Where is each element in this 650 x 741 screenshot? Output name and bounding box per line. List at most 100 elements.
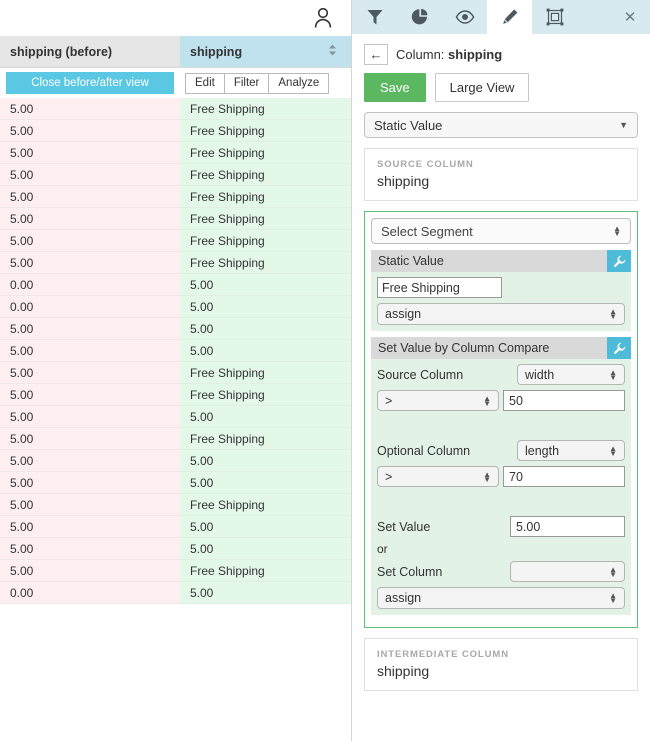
panel-body: Static Value ▼ SOURCE COLUMN shipping Se…: [352, 112, 650, 691]
table-row: 5.00 Free Shipping: [0, 142, 351, 164]
tabstrip-spacer: [577, 0, 610, 34]
table-row: 0.00 5.00: [0, 582, 351, 604]
cell-shipping: Free Shipping: [180, 98, 351, 120]
optional-operator-value: >: [385, 469, 393, 484]
source-column-value: shipping: [377, 173, 430, 189]
cell-shipping-before: 5.00: [0, 98, 180, 120]
set-column-select[interactable]: ▲ ▼: [510, 561, 625, 582]
table-row: 5.00 Free Shipping: [0, 230, 351, 252]
set-column-row: Set Column ▲ ▼: [377, 561, 625, 582]
cell-shipping-before: 5.00: [0, 208, 180, 230]
set-value-input[interactable]: 5.00: [510, 516, 625, 537]
cell-shipping: 5.00: [180, 318, 351, 340]
tab-edit[interactable]: [487, 0, 532, 34]
source-operator-value: >: [385, 393, 393, 408]
cell-shipping-before: 5.00: [0, 164, 180, 186]
updown-arrows-icon: ▲ ▼: [609, 443, 617, 458]
back-icon[interactable]: ←: [364, 44, 388, 65]
cell-shipping-before: 5.00: [0, 538, 180, 560]
optional-operator-select[interactable]: > ▲ ▼: [377, 466, 499, 487]
column-header-shipping-before[interactable]: shipping (before): [0, 36, 180, 68]
transform-icon: [546, 8, 563, 26]
user-icon[interactable]: [313, 7, 333, 29]
tab-preview[interactable]: [442, 0, 487, 34]
source-column-row-label: Source Column: [377, 367, 464, 382]
source-column-select[interactable]: width ▲ ▼: [517, 364, 625, 385]
optional-column-row: Optional Column length ▲ ▼: [377, 440, 625, 461]
table-row: 5.00 5.00: [0, 318, 351, 340]
optional-operator-row: > ▲ ▼ 70: [377, 466, 625, 487]
updown-arrows-icon: ▲ ▼: [609, 564, 617, 579]
pie-chart-icon: [411, 8, 427, 25]
cell-shipping: 5.00: [180, 450, 351, 472]
column-compare-rule-title: Set Value by Column Compare: [378, 341, 550, 355]
cell-shipping: 5.00: [180, 340, 351, 362]
grid-tool-row: Close before/after view Edit Filter Anal…: [0, 68, 351, 98]
app-root: shipping (before) shipping Close before/…: [0, 0, 650, 741]
static-value-input[interactable]: Free Shipping: [377, 277, 502, 298]
updown-arrows-icon: ▲ ▼: [609, 591, 617, 605]
cell-shipping-before: 5.00: [0, 472, 180, 494]
table-row: 5.00 Free Shipping: [0, 208, 351, 230]
edit-button[interactable]: Edit: [185, 72, 225, 94]
tab-transform[interactable]: [532, 0, 577, 34]
cell-shipping-before: 5.00: [0, 406, 180, 428]
wrench-icon[interactable]: [607, 337, 631, 359]
cell-shipping-before: 5.00: [0, 560, 180, 582]
optional-operand-input[interactable]: 70: [503, 466, 625, 487]
sort-icon[interactable]: [328, 44, 341, 59]
cell-shipping-before: 5.00: [0, 450, 180, 472]
column-editor-panel: ✕ ← Column: shipping Save Large View Sta…: [351, 0, 650, 741]
table-row: 5.00 5.00: [0, 538, 351, 560]
filter-button[interactable]: Filter: [223, 72, 270, 94]
mode-select[interactable]: Static Value ▼: [364, 112, 638, 138]
panel-header: ← Column: shipping: [352, 34, 650, 69]
column-header-shipping[interactable]: shipping: [180, 36, 351, 68]
pencil-icon: [502, 9, 517, 24]
cell-shipping-before: 5.00: [0, 120, 180, 142]
save-button[interactable]: Save: [364, 73, 426, 102]
table-row: 5.00 Free Shipping: [0, 494, 351, 516]
cell-shipping: Free Shipping: [180, 208, 351, 230]
cell-shipping-before: 5.00: [0, 362, 180, 384]
source-operand-input[interactable]: 50: [503, 390, 625, 411]
column-header-label: shipping: [190, 44, 243, 59]
cell-shipping: Free Shipping: [180, 560, 351, 582]
cell-shipping: 5.00: [180, 516, 351, 538]
table-row: 5.00 Free Shipping: [0, 164, 351, 186]
optional-column-select[interactable]: length ▲ ▼: [517, 440, 625, 461]
static-value-assign-select[interactable]: assign ▲ ▼: [377, 303, 625, 325]
table-row: 0.00 5.00: [0, 296, 351, 318]
cell-shipping-before: 5.00: [0, 318, 180, 340]
table-row: 5.00 5.00: [0, 406, 351, 428]
large-view-button[interactable]: Large View: [434, 73, 530, 102]
cell-shipping: Free Shipping: [180, 120, 351, 142]
tab-filter[interactable]: [352, 0, 397, 34]
close-icon[interactable]: ✕: [610, 0, 650, 34]
tab-chart[interactable]: [397, 0, 442, 34]
updown-arrows-icon: ▲ ▼: [609, 367, 617, 382]
cell-shipping: Free Shipping: [180, 362, 351, 384]
segment-select-value: Select Segment: [381, 223, 473, 239]
cell-shipping-before: 5.00: [0, 230, 180, 252]
wrench-icon[interactable]: [607, 250, 631, 272]
optional-column-row-label: Optional Column: [377, 443, 471, 458]
after-tool-cell: Edit Filter Analyze: [180, 68, 351, 98]
static-value-rule-header: Static Value: [371, 250, 631, 272]
column-compare-assign-select[interactable]: assign ▲ ▼: [377, 587, 625, 609]
segment-select[interactable]: Select Segment ▲ ▼: [371, 218, 631, 244]
set-value-label: Set Value: [377, 519, 431, 534]
intermediate-column-box: INTERMEDIATE COLUMN shipping: [364, 638, 638, 691]
column-compare-assign-value: assign: [385, 591, 422, 605]
analyze-button[interactable]: Analyze: [268, 72, 330, 94]
table-row: 5.00 5.00: [0, 340, 351, 362]
source-column-box: SOURCE COLUMN shipping: [364, 148, 638, 201]
cell-shipping: Free Shipping: [180, 186, 351, 208]
cell-shipping: 5.00: [180, 472, 351, 494]
rule-spacer: [377, 416, 625, 440]
table-row: 0.00 5.00: [0, 274, 351, 296]
source-operator-select[interactable]: > ▲ ▼: [377, 390, 499, 411]
cell-shipping: Free Shipping: [180, 142, 351, 164]
cell-shipping-before: 5.00: [0, 252, 180, 274]
close-before-after-view-button[interactable]: Close before/after view: [6, 72, 174, 94]
